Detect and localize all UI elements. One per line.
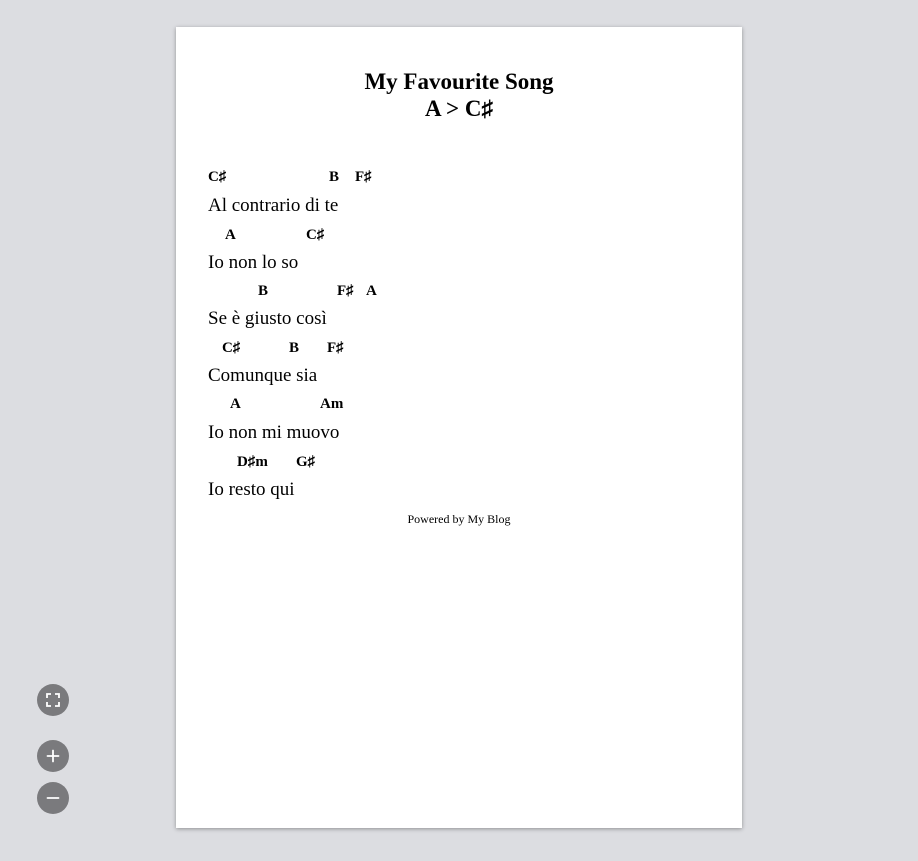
chord: C♯ [306, 227, 325, 243]
chord: B [329, 169, 340, 185]
lyric-line: Comunque sia [208, 365, 318, 386]
chord: B [289, 340, 300, 356]
lyric-line: Io resto qui [208, 479, 295, 500]
chord: F♯ [337, 283, 354, 299]
plus-icon [46, 749, 60, 763]
chord: A [230, 396, 241, 412]
footer-credit: Powered by My Blog [407, 512, 511, 526]
chord: C♯ [222, 340, 241, 356]
chord: A [366, 283, 377, 299]
chord: B [258, 283, 269, 299]
chord: G♯ [296, 454, 316, 470]
chord: C♯ [208, 169, 227, 185]
chord: A [225, 227, 236, 243]
minus-icon [46, 791, 60, 805]
chord: F♯ [355, 169, 372, 185]
zoom-out-button[interactable] [37, 782, 69, 814]
fullscreen-button[interactable] [37, 684, 69, 716]
document-page: My Favourite Song A > C♯ C♯ B F♯ Al cont… [176, 27, 742, 828]
chord: Am [320, 396, 344, 412]
document-viewer: My Favourite Song A > C♯ C♯ B F♯ Al cont… [0, 0, 918, 861]
chord: F♯ [327, 340, 344, 356]
lyric-line: Se è giusto così [208, 308, 327, 329]
lyric-line: Io non lo so [208, 252, 299, 273]
zoom-in-button[interactable] [37, 740, 69, 772]
lyric-line: Al contrario di te [208, 195, 339, 216]
fullscreen-icon [46, 693, 60, 707]
song-transposition: A > C♯ [424, 96, 494, 121]
lyric-line: Io non mi muovo [208, 422, 340, 443]
song-title: My Favourite Song [364, 69, 554, 94]
chord: D♯m [237, 454, 268, 470]
